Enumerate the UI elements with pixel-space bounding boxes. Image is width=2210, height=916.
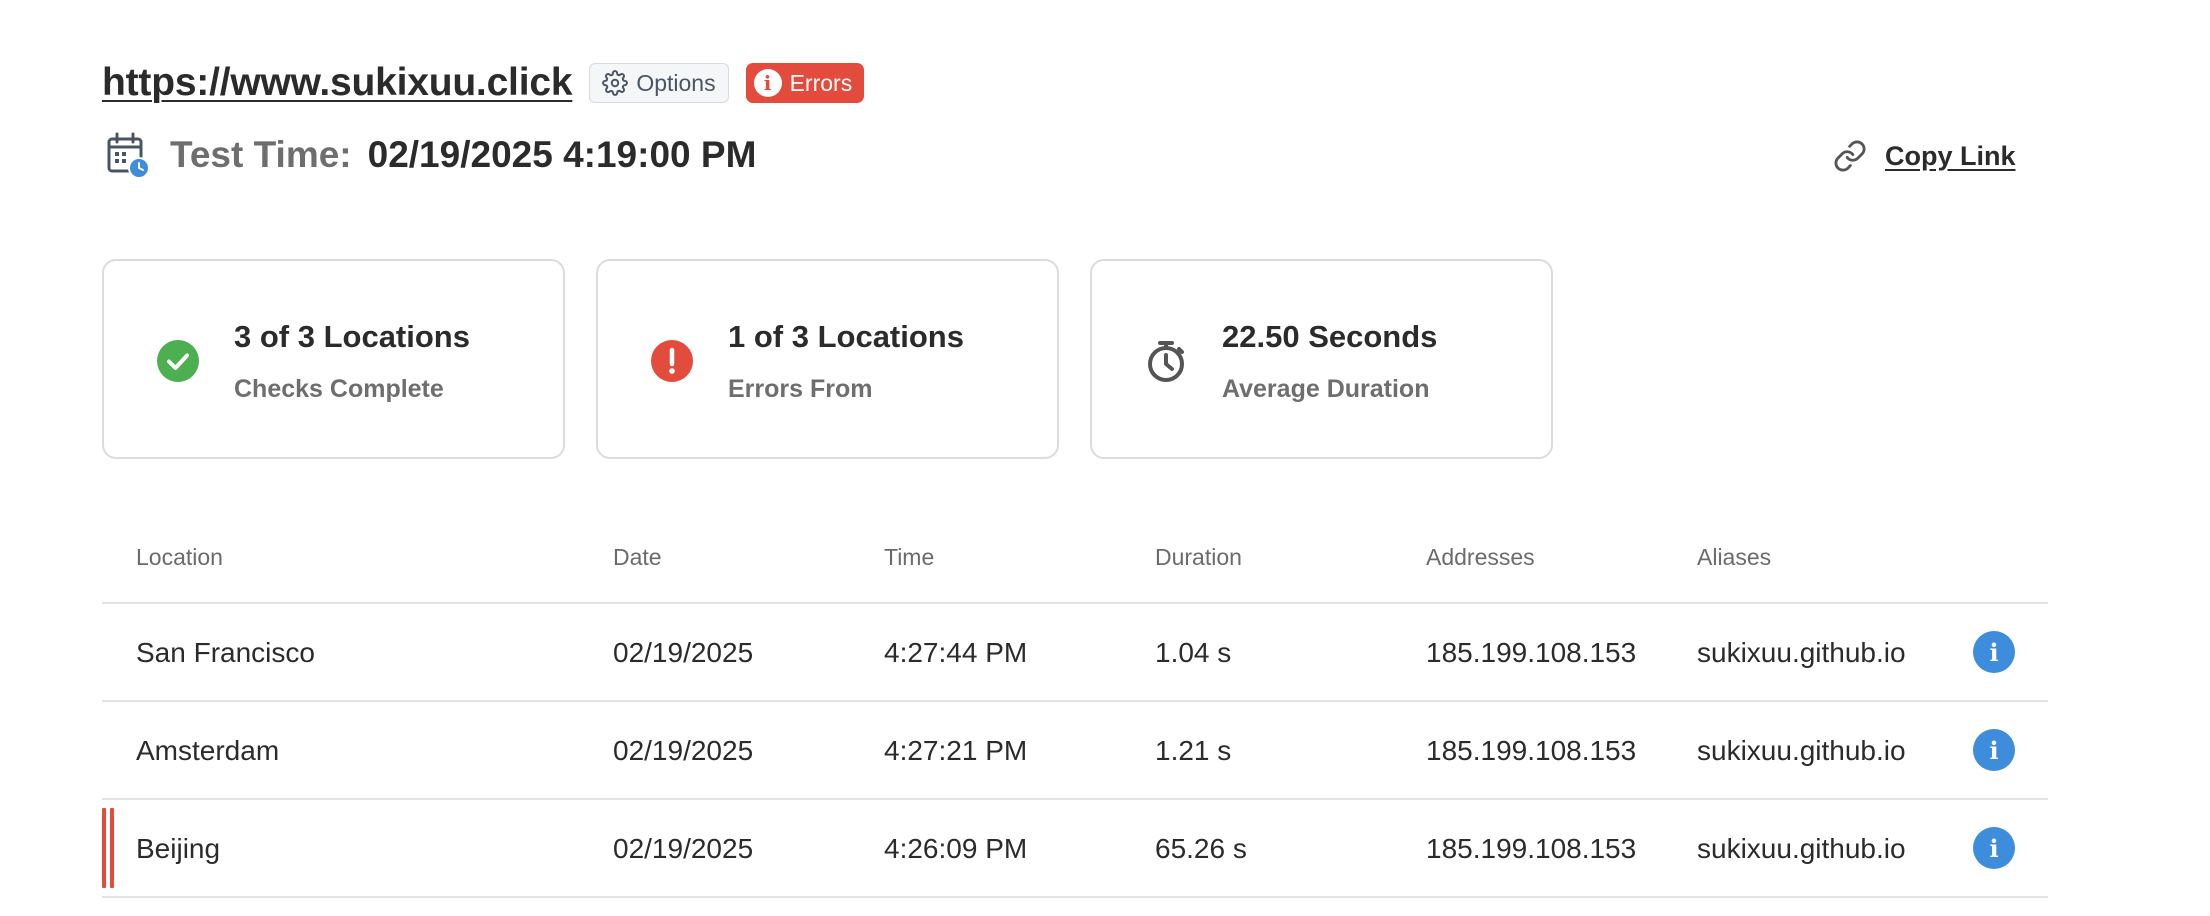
cell-address: 185.199.108.153 [1426,833,1637,864]
test-time-value: 02/19/2025 4:19:00 PM [367,134,757,175]
table-row: San Francisco 02/19/2025 4:27:44 PM 1.04… [102,604,2048,702]
cell-duration: 1.21 s [1155,735,1232,766]
results-table: Location Date Time Duration Addresses Al… [102,520,2048,898]
dns-check-results-page: https://www.sukixuu.click Options i Erro… [0,0,2210,916]
column-header-date[interactable]: Date [613,544,662,571]
gear-icon [602,70,629,96]
copy-link-button[interactable]: Copy Link [1833,134,2016,178]
column-header-time[interactable]: Time [884,544,934,571]
summary-card-checks: 3 of 3 Locations Checks Complete [102,259,565,459]
cell-location: Beijing [136,833,221,864]
cell-location: Amsterdam [136,735,280,766]
cell-duration: 65.26 s [1155,833,1247,864]
cell-alias: sukixuu.github.io [1697,637,1906,668]
cell-location: San Francisco [136,637,315,668]
test-time-label: Test Time: [170,134,352,175]
options-button-label: Options [636,69,716,96]
average-duration-caption: Average Duration [1222,375,1430,403]
column-header-aliases[interactable]: Aliases [1697,544,1771,571]
options-button[interactable]: Options [589,63,729,103]
row-info-icon[interactable]: i [1973,631,2015,673]
errors-button-label: Errors [789,69,853,96]
cell-address: 185.199.108.153 [1426,735,1637,766]
cell-alias: sukixuu.github.io [1697,735,1906,766]
errors-from-value: 1 of 3 Locations [728,319,964,354]
copy-link-label: Copy Link [1885,140,2016,171]
calendar-clock-icon [107,132,150,179]
row-info-icon[interactable]: i [1973,729,2015,771]
errors-button[interactable]: i Errors [745,63,865,103]
cell-date: 02/19/2025 [613,833,754,864]
column-header-addresses[interactable]: Addresses [1426,544,1535,571]
column-header-location[interactable]: Location [136,544,223,571]
test-time-row: Test Time: 02/19/2025 4:19:00 PM [106,130,756,180]
cell-address: 185.199.108.153 [1426,637,1637,668]
table-row: Amsterdam 02/19/2025 4:27:21 PM 1.21 s 1… [102,702,2048,800]
summary-card-duration: 22.50 Seconds Average Duration [1090,259,1553,459]
site-url-link[interactable]: https://www.sukixuu.click [102,61,573,105]
cell-time: 4:27:44 PM [884,637,1028,668]
stopwatch-icon [1148,341,1184,382]
check-circle-icon [157,340,199,382]
cell-duration: 1.04 s [1155,637,1232,668]
cell-date: 02/19/2025 [613,735,754,766]
cell-date: 02/19/2025 [613,637,754,668]
summary-card-errors: 1 of 3 Locations Errors From [596,259,1059,459]
cell-time: 4:27:21 PM [884,735,1028,766]
error-row-marker [102,808,114,888]
average-duration-value: 22.50 Seconds [1222,319,1438,354]
row-info-icon[interactable]: i [1973,827,2015,869]
table-row-error: Beijing 02/19/2025 4:26:09 PM 65.26 s 18… [102,800,2048,898]
header-row: https://www.sukixuu.click Options i Erro… [102,58,865,108]
cell-time: 4:26:09 PM [884,833,1028,864]
info-circle-icon: i [753,69,782,97]
checks-complete-value: 3 of 3 Locations [234,319,470,354]
errors-from-caption: Errors From [728,375,873,403]
checks-complete-caption: Checks Complete [234,375,444,403]
column-header-duration[interactable]: Duration [1155,544,1242,571]
link-icon [1834,140,1866,172]
table-header: Location Date Time Duration Addresses Al… [102,520,2048,604]
cell-alias: sukixuu.github.io [1697,833,1906,864]
exclamation-circle-icon [651,340,693,382]
